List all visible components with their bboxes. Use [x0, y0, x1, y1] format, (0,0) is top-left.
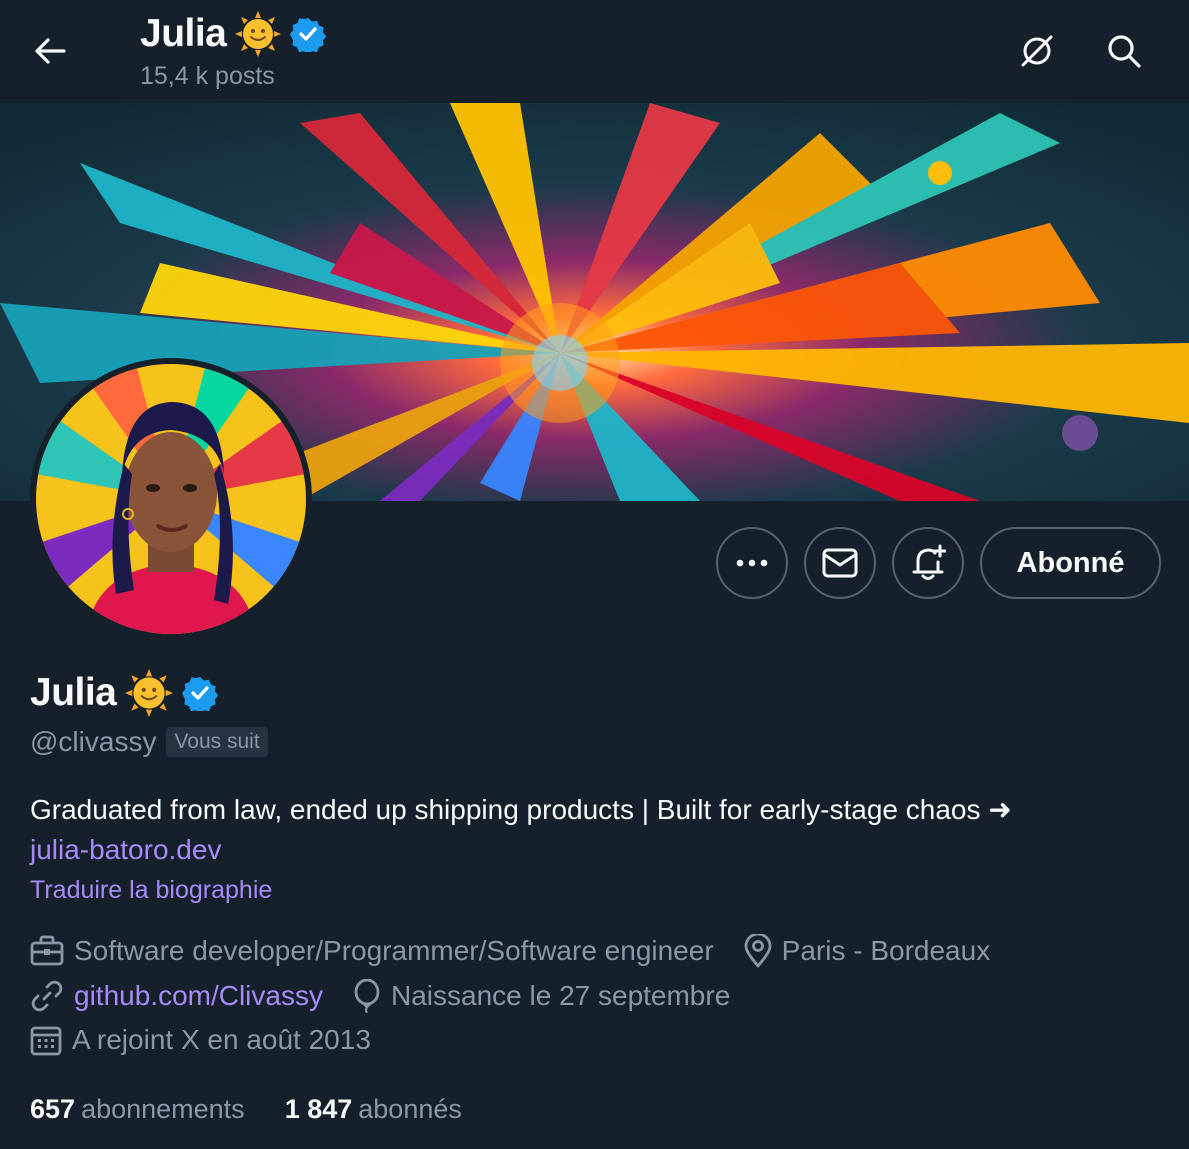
- notification-bell-icon: [912, 544, 946, 580]
- link-icon: [31, 980, 63, 1012]
- calendar-icon: [30, 1026, 62, 1056]
- profile-meta-row-1: Software developer/Programmer/Software e…: [30, 934, 1020, 968]
- website-link[interactable]: github.com/Clivassy: [74, 980, 323, 1012]
- handle-row: @clivassy Vous suit: [30, 726, 268, 758]
- briefcase-icon: [30, 935, 64, 966]
- joined-text: A rejoint X en août 2013: [72, 1024, 371, 1055]
- translate-bio-link[interactable]: Traduire la biographie: [30, 876, 272, 905]
- more-options-button[interactable]: [716, 527, 788, 599]
- profile-name: Julia: [30, 671, 117, 714]
- follow-stats: 657 abonnements 1 847 abonnés: [30, 1094, 462, 1125]
- bio-link[interactable]: julia-batoro.dev: [30, 834, 221, 865]
- profile-name-row: Julia: [30, 668, 219, 718]
- followers-count-link[interactable]: 1 847 abonnés: [285, 1094, 462, 1125]
- followers-count: 1 847: [284, 1094, 353, 1124]
- header-title-block: Julia 15,4 k posts: [140, 10, 327, 91]
- profile-bio: Graduated from law, ended up shipping pr…: [30, 790, 1160, 870]
- more-icon: [736, 559, 768, 567]
- following-count-link[interactable]: 657 abonnements: [30, 1094, 245, 1125]
- website-item: github.com/Clivassy: [30, 979, 323, 1013]
- following-count: 657: [30, 1094, 76, 1124]
- profile-handle: @clivassy: [30, 726, 157, 757]
- bio-text: Graduated from law, ended up shipping pr…: [30, 794, 1012, 825]
- notifications-button[interactable]: [892, 527, 964, 599]
- sun-emoji-icon: [235, 11, 282, 57]
- sun-emoji-icon: [125, 669, 174, 717]
- avatar[interactable]: [36, 364, 306, 634]
- birthday-item: Naissance le 27 septembre: [353, 979, 730, 1013]
- message-icon: [822, 548, 858, 578]
- follows-you-badge: Vous suit: [166, 727, 268, 757]
- birthday-balloon-icon: [354, 979, 380, 1013]
- verified-badge-icon[interactable]: [182, 675, 219, 711]
- grok-icon: [1021, 35, 1053, 67]
- following-button[interactable]: Abonné: [980, 527, 1161, 599]
- top-navigation-bar: Julia 15,4 k posts: [0, 0, 1189, 103]
- location-pin-icon: [744, 934, 772, 968]
- joined-item: A rejoint X en août 2013: [30, 1024, 371, 1056]
- following-label: abonnements: [81, 1094, 245, 1124]
- back-arrow-icon: [35, 38, 66, 64]
- location-text: Paris - Bordeaux: [781, 935, 991, 966]
- birthday-text: Naissance le 27 septembre: [390, 980, 731, 1011]
- verified-badge-icon: [290, 18, 327, 52]
- location-item: Paris - Bordeaux: [744, 934, 991, 968]
- post-count: 15,4 k posts: [140, 62, 275, 90]
- profile-meta-row-2: github.com/Clivassy Naissance le 27 sept…: [30, 979, 760, 1013]
- message-button[interactable]: [804, 527, 876, 599]
- back-button[interactable]: [22, 26, 78, 76]
- followers-label: abonnés: [358, 1094, 462, 1124]
- search-icon: [1108, 35, 1141, 68]
- profession-text: Software developer/Programmer/Software e…: [74, 935, 714, 966]
- profile-meta-row-3: A rejoint X en août 2013: [30, 1024, 401, 1056]
- profession-item: Software developer/Programmer/Software e…: [30, 935, 714, 967]
- search-button[interactable]: [1099, 26, 1149, 76]
- header-title: Julia: [140, 12, 227, 55]
- grok-button[interactable]: [1012, 26, 1062, 76]
